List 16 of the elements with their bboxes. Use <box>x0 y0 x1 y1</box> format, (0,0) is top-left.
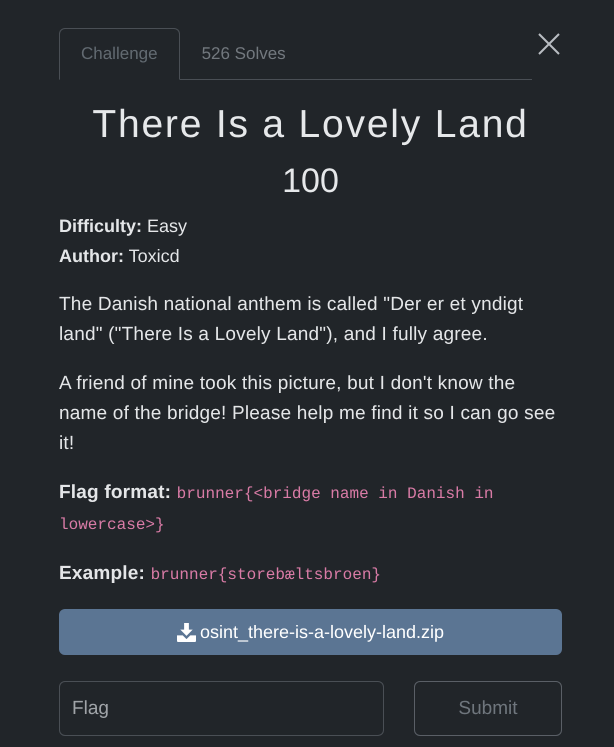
download-button[interactable]: osint_there-is-a-lovely-land.zip <box>59 609 562 655</box>
tab[interactable]: Challenge <box>59 28 180 80</box>
close-button[interactable] <box>537 32 561 56</box>
format-text: Example: brunner{storebæltsbroen} <box>59 562 382 586</box>
tab[interactable]: 526 Solves <box>180 28 308 80</box>
format-text: Flag format: brunner{<bridge name in Danish in lowercase>} <box>59 481 495 536</box>
download-icon <box>176 622 196 642</box>
points-value: 100 <box>281 161 340 201</box>
submit-button[interactable]: Submit <box>414 681 562 736</box>
challenge-title: There Is a Lovely Land <box>91 102 530 148</box>
meta-text: Author: Toxicd <box>59 245 181 268</box>
close-icon <box>538 33 560 55</box>
flag-input[interactable]: Flag <box>59 681 384 736</box>
description-text: The Danish national anthem is called "Der er et yndigt land" ("There Is a Lovely Land"), and I fully agree. <box>59 293 524 347</box>
meta-text: Difficulty: Easy <box>59 215 188 238</box>
description-text: A friend of mine took this picture, but I don't know the name of the bridge! Please help me find it so I can go see it! <box>59 372 556 456</box>
